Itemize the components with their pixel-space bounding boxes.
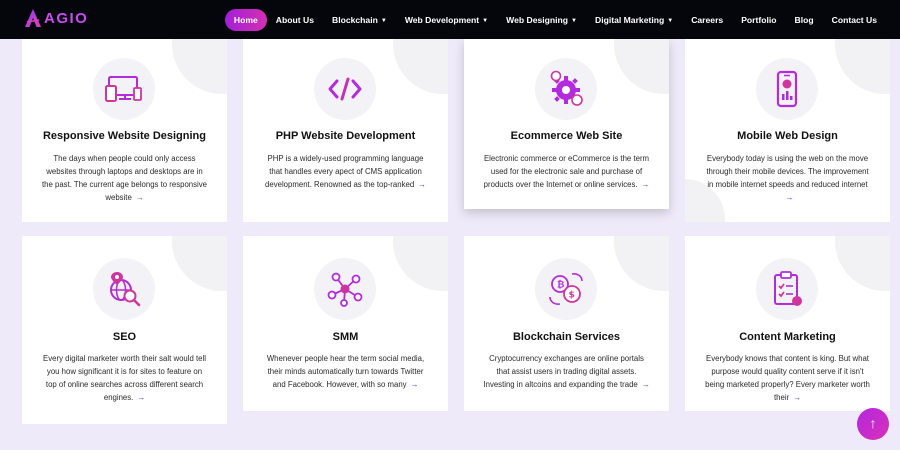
caret-down-icon: ▼ bbox=[380, 17, 387, 24]
service-card-responsive[interactable]: Responsive Website Designing The days wh… bbox=[22, 39, 227, 222]
card-decor bbox=[172, 39, 227, 94]
card-description: Everybody today is using the web on the … bbox=[706, 154, 869, 202]
read-more-arrow-icon[interactable]: → bbox=[136, 193, 144, 202]
service-card-content-marketing[interactable]: Content Marketing Everybody knows that c… bbox=[685, 236, 890, 411]
arrow-up-icon: ↑ bbox=[869, 415, 877, 431]
card-title: SEO bbox=[112, 331, 137, 343]
card-decor bbox=[172, 236, 227, 291]
card-description: Everybody knows that content is king. Bu… bbox=[705, 354, 870, 402]
service-card-ecommerce[interactable]: Ecommerce Web Site Electronic commerce o… bbox=[464, 39, 669, 209]
service-card-mobile[interactable]: Mobile Web Design Everybody today is usi… bbox=[685, 39, 890, 222]
card-description: The days when people could only access w… bbox=[42, 154, 207, 202]
icon-badge bbox=[756, 258, 818, 320]
read-more-arrow-icon[interactable]: → bbox=[793, 393, 801, 402]
icon-badge bbox=[93, 58, 155, 120]
card-title: Ecommerce Web Site bbox=[510, 130, 623, 142]
brand-logo[interactable]: AGIO bbox=[24, 8, 88, 28]
icon-badge bbox=[93, 258, 155, 320]
nav-careers[interactable]: Careers bbox=[682, 9, 732, 31]
icon-badge bbox=[314, 58, 376, 120]
card-title: Mobile Web Design bbox=[737, 130, 838, 142]
service-card-smm[interactable]: SMM Whenever people hear the term social… bbox=[243, 236, 448, 411]
nav-portfolio[interactable]: Portfolio bbox=[732, 9, 785, 31]
network-nodes-icon bbox=[327, 272, 363, 307]
caret-down-icon: ▼ bbox=[571, 17, 577, 24]
main-nav: Home About Us Blockchain ▼ Web Developmen… bbox=[224, 0, 886, 39]
devices-icon bbox=[105, 76, 142, 102]
card-title: Blockchain Services bbox=[512, 331, 620, 343]
caret-down-icon: ▼ bbox=[482, 17, 489, 24]
logo-a-icon bbox=[25, 9, 41, 27]
card-decor bbox=[835, 39, 890, 94]
card-decor bbox=[614, 39, 669, 94]
icon-badge bbox=[314, 258, 376, 320]
card-title: Responsive Website Designing bbox=[42, 130, 206, 142]
nav-about-us[interactable]: About Us bbox=[267, 9, 323, 31]
nav-web-development[interactable]: Web Development ▼ bbox=[396, 9, 497, 31]
nav-digital-marketing[interactable]: Digital Marketing ▼ bbox=[586, 9, 682, 31]
card-decor bbox=[393, 236, 448, 291]
card-title: PHP Website Development bbox=[275, 130, 416, 142]
card-title: Content Marketing bbox=[739, 331, 836, 343]
svg-text:$: $ bbox=[569, 291, 575, 301]
card-title: SMM bbox=[332, 331, 359, 343]
read-more-arrow-icon[interactable]: → bbox=[137, 393, 145, 402]
top-navbar: AGIO Home About Us Blockchain ▼ Web Devel… bbox=[0, 0, 900, 39]
service-card-php[interactable]: PHP Website Development PHP is a widely-… bbox=[243, 39, 448, 222]
card-description: Cryptocurrency exchanges are online port… bbox=[483, 354, 650, 389]
nav-home[interactable]: Home bbox=[224, 8, 267, 31]
icon-badge: ₿ $ bbox=[535, 258, 597, 320]
card-description: PHP is a widely-used programming languag… bbox=[265, 154, 426, 189]
nav-blog[interactable]: Blog bbox=[786, 9, 823, 31]
read-more-arrow-icon[interactable]: → bbox=[642, 380, 650, 389]
service-card-seo[interactable]: SEO Every digital marketer worth their s… bbox=[22, 236, 227, 424]
read-more-arrow-icon[interactable]: → bbox=[642, 180, 650, 189]
caret-down-icon: ▼ bbox=[667, 17, 674, 24]
card-decor bbox=[393, 39, 448, 94]
icon-badge bbox=[535, 58, 597, 120]
crypto-exchange-icon: ₿ $ bbox=[549, 273, 583, 305]
icon-badge bbox=[756, 58, 818, 120]
nav-contact-us[interactable]: Contact Us bbox=[823, 9, 886, 31]
card-description: Electronic commerce or eCommerce is the … bbox=[483, 154, 650, 189]
read-more-arrow-icon[interactable]: → bbox=[418, 180, 426, 189]
nav-blockchain[interactable]: Blockchain ▼ bbox=[323, 9, 396, 31]
nav-web-designing[interactable]: Web Designing ▼ bbox=[497, 9, 586, 31]
card-decor bbox=[835, 236, 890, 291]
svg-text:₿: ₿ bbox=[557, 280, 564, 291]
content-checklist-icon bbox=[774, 271, 802, 306]
seo-globe-search-icon bbox=[110, 272, 141, 307]
read-more-arrow-icon[interactable]: → bbox=[411, 380, 419, 389]
service-card-blockchain[interactable]: ₿ $ Blockchain Services Cryptocurrency e… bbox=[464, 236, 669, 411]
ecommerce-gear-icon bbox=[550, 70, 583, 106]
brand-name: AGIO bbox=[44, 9, 89, 27]
card-description: Whenever people hear the term social med… bbox=[266, 354, 425, 389]
code-icon bbox=[328, 77, 362, 101]
mobile-chart-icon bbox=[776, 70, 798, 108]
card-description: Every digital marketer worth their salt … bbox=[43, 354, 206, 402]
read-more-arrow-icon[interactable]: → bbox=[786, 193, 794, 202]
scroll-to-top-button[interactable]: ↑ bbox=[857, 408, 889, 440]
card-decor bbox=[614, 236, 669, 291]
